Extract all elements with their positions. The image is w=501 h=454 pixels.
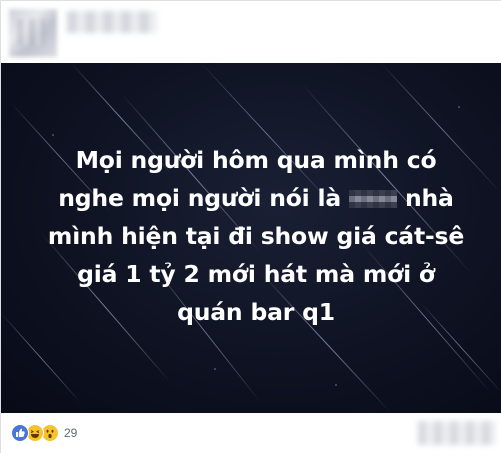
reaction-summary[interactable]: 29 (11, 424, 77, 442)
post-footer: 29 (1, 413, 501, 454)
like-icon (11, 424, 29, 442)
post-text-background: Mọi người hôm qua mình có nghe mọi người… (1, 63, 501, 413)
post-header (1, 1, 501, 63)
post-text-segment: nhà (405, 184, 454, 212)
blurred-comment-share-info (418, 421, 496, 445)
reaction-count[interactable]: 29 (64, 426, 77, 440)
blurred-author-name[interactable] (67, 11, 157, 33)
blurred-avatar[interactable] (9, 9, 57, 57)
post-text-line: quán bar q1 (177, 298, 335, 326)
post-text-segment: nghe mọi người nói là (58, 184, 342, 212)
post-text-line: nghe mọi người nói là nhà (41, 179, 471, 217)
censored-name (349, 190, 398, 208)
facebook-post-card: Mọi người hôm qua mình có nghe mọi người… (0, 0, 501, 454)
post-text-line: mình hiện tại đi show giá cát-sê (47, 222, 465, 250)
post-text-line: Mọi người hôm qua mình có (75, 146, 437, 174)
post-text-line: giá 1 tỷ 2 mới hát mà mới ở (77, 260, 435, 288)
post-text: Mọi người hôm qua mình có nghe mọi người… (41, 141, 471, 331)
